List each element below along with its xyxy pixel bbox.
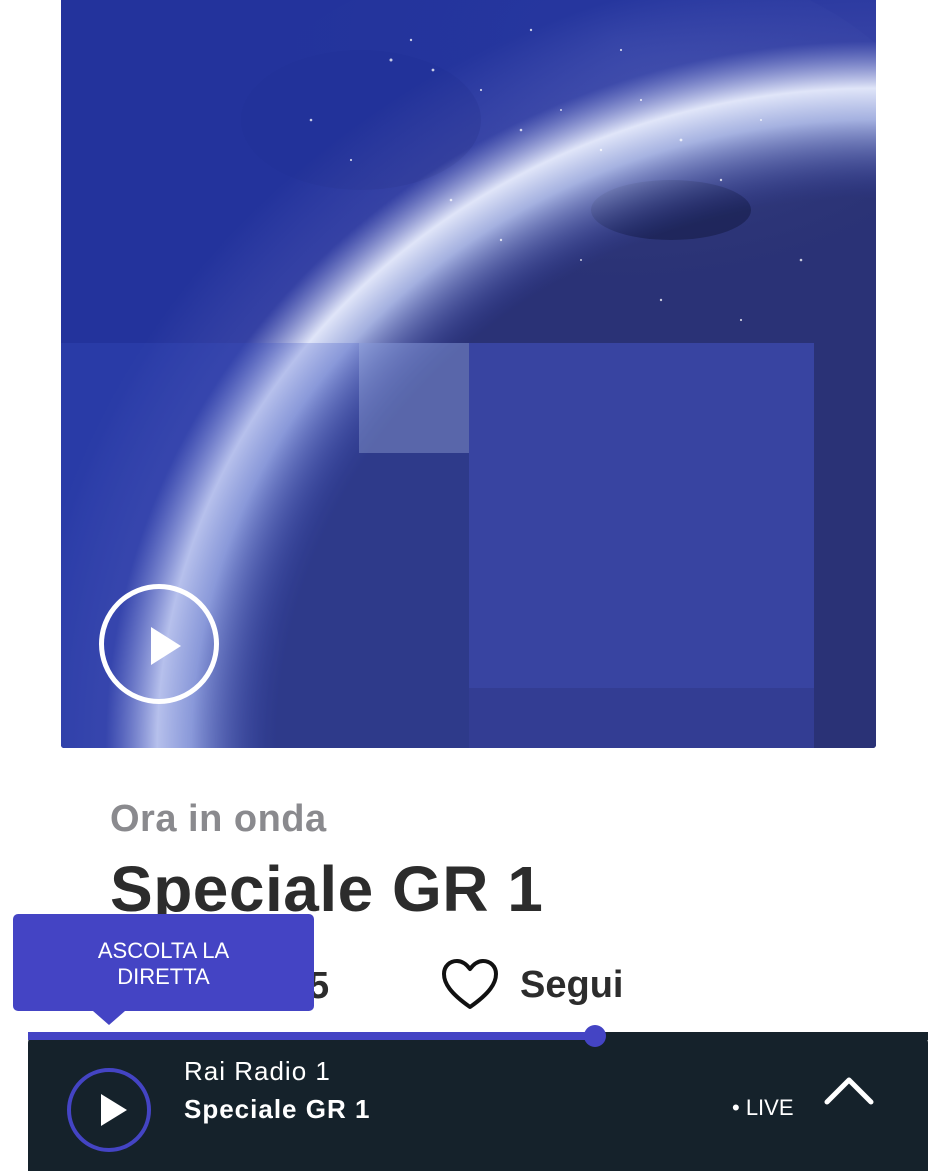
follow-button[interactable]: Segui bbox=[440, 955, 623, 1015]
tooltip-line-2: DIRETTA bbox=[117, 964, 210, 989]
section-label: Ora in onda bbox=[110, 798, 327, 840]
progress-handle[interactable] bbox=[584, 1025, 606, 1047]
player-title: Speciale GR 1 bbox=[184, 1094, 371, 1124]
live-indicator: • LIVE bbox=[732, 1095, 794, 1120]
progress-fill bbox=[28, 1032, 595, 1040]
play-icon bbox=[151, 627, 181, 665]
expand-player-button[interactable] bbox=[822, 1072, 876, 1108]
cover-play-button[interactable] bbox=[99, 584, 219, 704]
tooltip-line-1: ASCOLTA LA bbox=[97, 938, 230, 963]
follow-label: Segui bbox=[520, 963, 624, 1006]
player-play-button[interactable] bbox=[67, 1068, 151, 1152]
cover-image bbox=[61, 0, 876, 748]
heart-icon bbox=[442, 959, 498, 1009]
station-name: Rai Radio 1 bbox=[184, 1056, 331, 1086]
listen-live-tooltip[interactable]: ASCOLTA LA DIRETTA bbox=[13, 914, 314, 1025]
chevron-up-icon bbox=[824, 1077, 874, 1105]
play-icon bbox=[101, 1094, 127, 1126]
